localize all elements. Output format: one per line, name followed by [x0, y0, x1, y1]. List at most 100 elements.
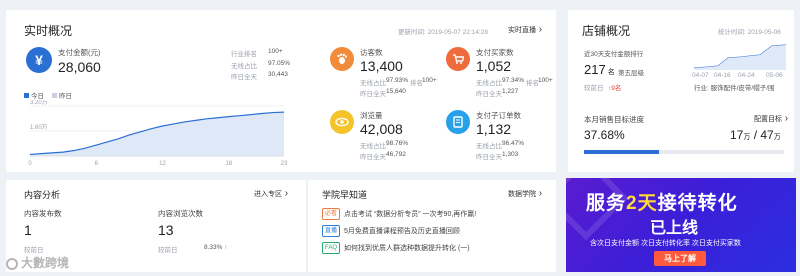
shop-card: 店铺概况 统计时间: 2019-05-06 近30天支付金额排行 217 名 第五…	[568, 10, 794, 172]
academy-tag: FAQ	[322, 242, 341, 254]
metric-sub-label: 无线占比	[360, 143, 386, 150]
metric-sub-value: 97.93%	[386, 77, 409, 84]
industry-label: 行业: 服饰配件/皮带/帽子/围	[694, 85, 775, 92]
progress-pct: 37.68%	[584, 128, 625, 142]
date-tick: 04-07	[692, 72, 709, 79]
metric-value: 1,132	[476, 121, 512, 137]
config-target-link[interactable]: 配置目标	[754, 113, 788, 124]
data-academy-link[interactable]: 数据学院	[508, 188, 542, 199]
publish-value: 1	[24, 222, 32, 238]
metric-sub-label: 昨日全天	[360, 154, 386, 161]
metric-sub-label: 无线占比	[476, 143, 502, 150]
academy-tag: 直播	[322, 225, 341, 237]
academy-item-link[interactable]: 如何找到优质人群选种数据提升转化 (一)	[344, 243, 470, 253]
payment-stat-value: 30,443	[268, 71, 288, 78]
date-tick: 04-16	[714, 72, 731, 79]
content-title: 内容分析	[24, 190, 61, 200]
views-label: 内容浏览次数	[158, 209, 203, 218]
views-pct: 8.33% ↑	[204, 244, 228, 251]
metric-sub-value: 1,303	[502, 151, 519, 158]
rank-value: 217 名	[584, 62, 615, 77]
metric-value: 1,052	[476, 58, 512, 74]
rank-label: 近30天支付金额排行	[584, 51, 644, 58]
date-tick: 05-06	[766, 72, 783, 79]
x-tick-label: 18	[225, 161, 232, 167]
compare-value: ↑9名	[608, 85, 622, 92]
realtime-card: 实时概况 更新时间: 2019-05-07 22:14:28 实时直播 ¥ 支付…	[6, 10, 556, 172]
metric-block[interactable]: 支付买家数 1,052 无线占比 97.34% 排名 100+ 昨日全天 1,22…	[446, 47, 554, 107]
series-area-today	[30, 112, 284, 156]
views-value: 13	[158, 222, 174, 238]
promo-banner[interactable]: 服务2天接待转化 已上线 含次日支付金额 次日支付转化率 次日支付买家数 马上了…	[566, 178, 796, 272]
payment-label: 支付金额(元)	[58, 48, 101, 57]
metric-label: 支付子订单数	[476, 111, 521, 120]
date-tick: 04-24	[738, 72, 755, 79]
rank-trend-chart	[694, 44, 786, 70]
metric-sub-value: 97.34%	[502, 77, 525, 84]
payment-stat-label: 行业排名	[231, 51, 257, 58]
metric-label: 支付买家数	[476, 48, 514, 57]
metric-sub-label: 无线占比	[360, 80, 386, 87]
yuan-icon: ¥	[26, 47, 52, 73]
eye-icon	[330, 110, 354, 134]
watermark: 大數跨境	[6, 254, 69, 271]
legend-yesterday: 昨日	[52, 90, 72, 100]
payment-stat-value: 100+	[268, 48, 283, 55]
compare-label: 较前日	[584, 85, 604, 92]
progress-track	[584, 150, 784, 154]
views-compare: 较前日	[158, 247, 178, 254]
metric-rank-value: 100+	[422, 77, 437, 84]
publish-label: 内容发布数	[24, 209, 62, 218]
layer-badge: 第五层级	[618, 70, 644, 77]
x-tick-label: 23	[281, 161, 288, 167]
academy-tag: 必看	[322, 208, 341, 220]
legend-today: 今日	[24, 90, 44, 100]
x-tick-label: 0	[28, 161, 32, 167]
x-tick-label: 12	[159, 161, 166, 167]
payment-value: 28,060	[58, 59, 101, 75]
metric-sub-label: 昨日全天	[360, 91, 386, 98]
metric-sub-value: 98.76%	[386, 140, 409, 147]
order-icon	[446, 110, 470, 134]
payment-stat-label: 昨日全天	[231, 74, 257, 81]
metric-sub-value: 96.47%	[502, 140, 525, 147]
metric-sub-label: 昨日全天	[476, 91, 502, 98]
realtime-title: 实时概况	[24, 24, 73, 38]
trend-chart: 3.20万 1.60万 0 6 12 18 23	[28, 100, 288, 167]
shop-title: 店铺概况	[582, 24, 631, 38]
metric-rank-value: 100+	[538, 77, 553, 84]
banner-cta-button[interactable]: 马上了解	[654, 251, 706, 266]
payment-stat-label: 无线占比	[231, 63, 257, 70]
metric-sub-value: 1,227	[502, 88, 519, 95]
sales-target-label: 本月销售目标进度	[584, 115, 644, 124]
enter-zone-link[interactable]: 进入专区	[254, 188, 288, 199]
cart-icon	[446, 47, 470, 71]
payment-stat-value: 97.05%	[268, 60, 291, 67]
metric-sub-value: 15,640	[386, 88, 406, 95]
progress-amount: 17万 / 47万	[730, 128, 781, 142]
watermark-logo-icon	[6, 257, 18, 270]
academy-item-link[interactable]: 5月免费直播课程预告及历史直播回顾	[344, 226, 460, 236]
y-tick-label: 3.20万	[30, 100, 48, 106]
metric-block[interactable]: 支付子订单数 1,132 无线占比 96.47% 昨日全天 1,303	[446, 110, 554, 170]
footprint-icon	[330, 47, 354, 71]
metric-label: 访客数	[360, 48, 383, 57]
update-time: 更新时间: 2019-05-07 22:14:28	[398, 29, 488, 36]
y-tick-label: 1.60万	[30, 124, 48, 131]
x-tick-label: 6	[95, 161, 99, 167]
live-link[interactable]: 实时直播	[508, 24, 542, 35]
banner-features: 含次日支付金额 次日支付转化率 次日支付买家数	[590, 240, 741, 247]
metric-block[interactable]: 访客数 13,400 无线占比 97.93% 排名 100+ 昨日全天 15,64…	[330, 47, 438, 107]
metric-sub-value: 46,792	[386, 151, 406, 158]
banner-headline: 服务2天接待转化	[586, 193, 738, 214]
metric-block[interactable]: 浏览量 42,008 无线占比 98.76% 昨日全天 46,792	[330, 110, 438, 170]
academy-card: 学院早知道 数据学院 必看点击考试 “数据分析专员” 一次考90,再作赢!直播5…	[308, 180, 556, 272]
metric-sub-label: 无线占比	[476, 80, 502, 87]
academy-item-link[interactable]: 点击考试 “数据分析专员” 一次考90,再作赢!	[344, 209, 476, 219]
academy-title: 学院早知道	[322, 190, 368, 200]
metric-sub-label: 昨日全天	[476, 154, 502, 161]
metric-value: 42,008	[360, 121, 403, 137]
publish-compare: 较前日	[24, 247, 44, 254]
stat-date: 统计时间: 2019-05-06	[718, 29, 781, 36]
metric-label: 浏览量	[360, 111, 383, 120]
